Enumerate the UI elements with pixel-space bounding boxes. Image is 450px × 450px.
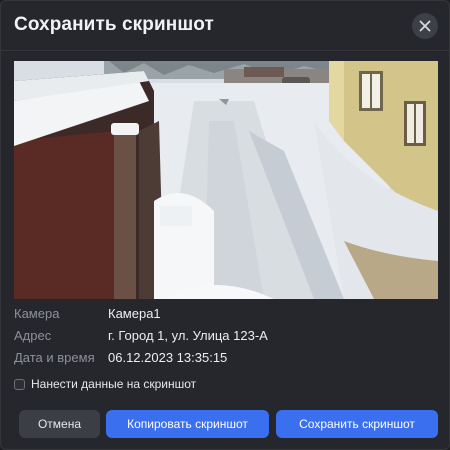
datetime-value: 06.12.2023 13:35:15 (108, 350, 228, 365)
close-button[interactable] (412, 13, 438, 39)
camera-label: Камера (14, 306, 60, 321)
screenshot-preview (14, 61, 438, 299)
checkbox-icon[interactable] (14, 378, 25, 390)
close-icon (419, 20, 431, 32)
camera-snapshot-image (14, 61, 438, 299)
camera-value: Камера1 (108, 306, 161, 321)
datetime-label: Дата и время (14, 350, 95, 365)
dialog-title: Сохранить скриншот (14, 14, 214, 35)
overlay-data-option[interactable]: Нанести данные на скриншот (14, 377, 196, 391)
copy-screenshot-button[interactable]: Копировать скриншот (106, 410, 269, 438)
cancel-button[interactable]: Отмена (19, 410, 100, 438)
address-label: Адрес (14, 328, 52, 343)
save-screenshot-dialog: Сохранить скриншот Камера Камера1 Адрес … (0, 0, 450, 450)
save-screenshot-button[interactable]: Сохранить скриншот (276, 410, 438, 438)
address-value: г. Город 1, ул. Улица 123-А (108, 328, 268, 343)
header-divider (1, 50, 449, 51)
overlay-data-label: Нанести данные на скриншот (31, 377, 197, 391)
